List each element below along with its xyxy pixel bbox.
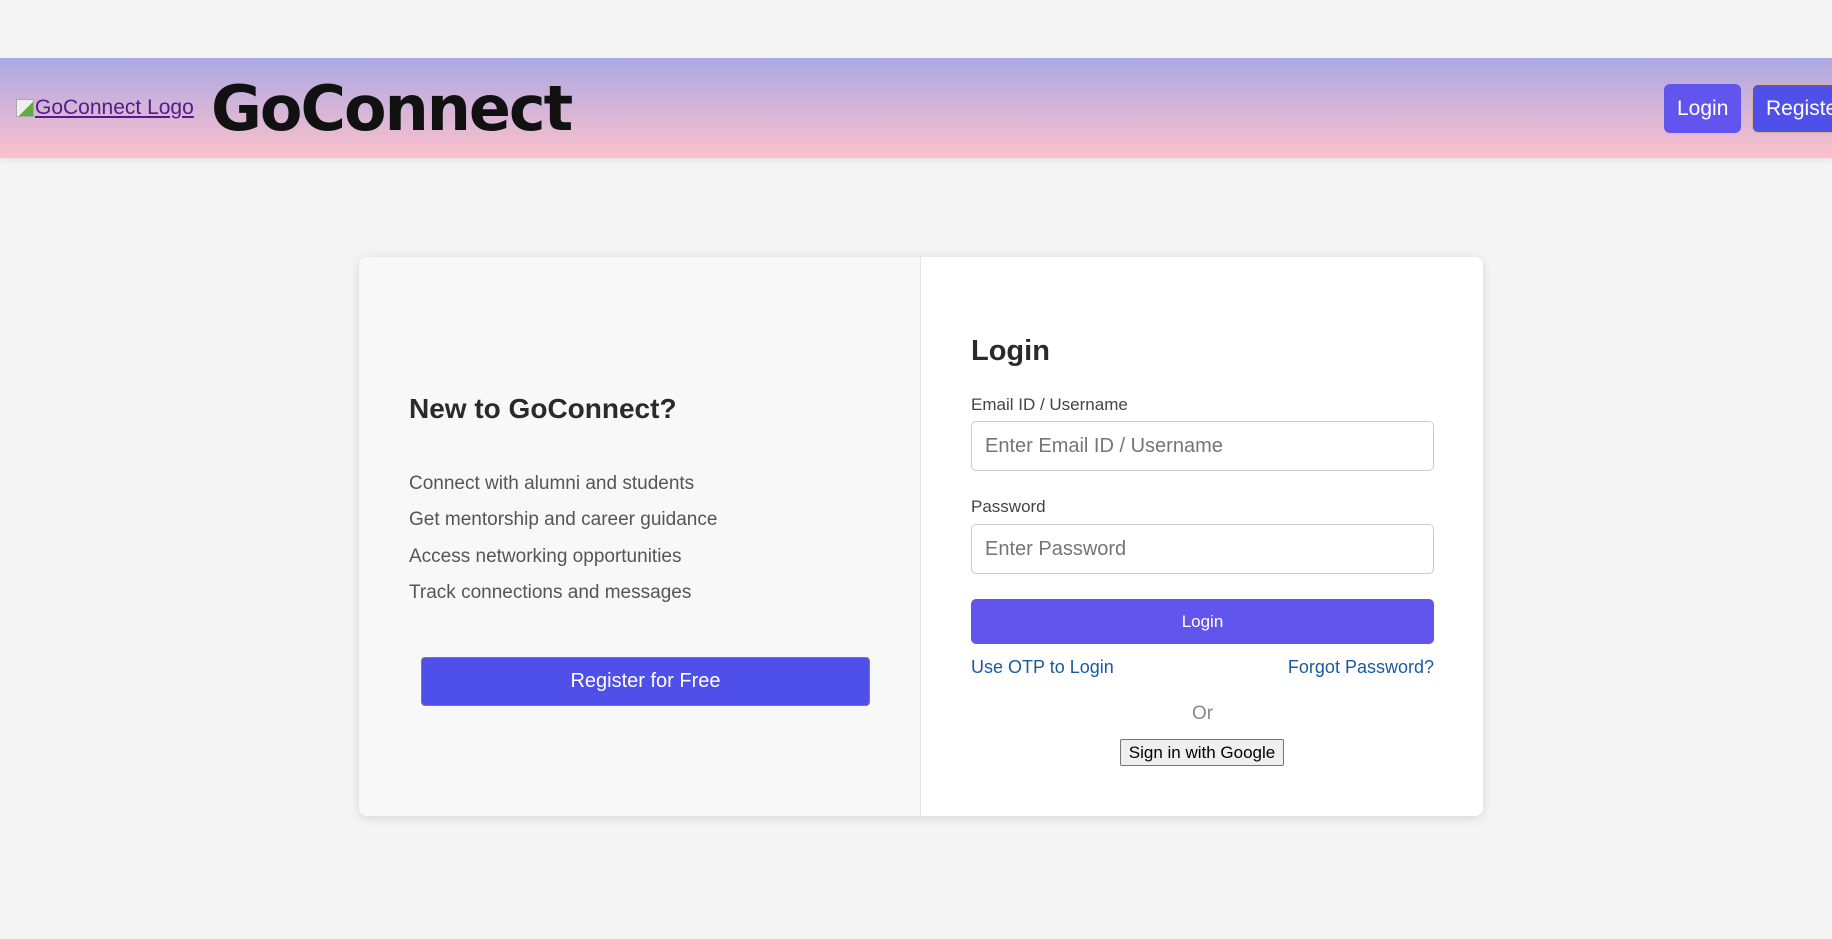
promo-panel: New to GoConnect? Connect with alumni an… [359, 257, 921, 816]
promo-heading: New to GoConnect? [409, 393, 677, 424]
site-title: GoConnect [211, 72, 573, 145]
email-label: Email ID / Username [971, 395, 1128, 414]
feature-item: Track connections and messages [409, 582, 692, 603]
login-submit-button[interactable]: Login [971, 599, 1434, 644]
logo-link[interactable]: GoConnect Logo [16, 96, 194, 120]
or-divider: Or [1191, 703, 1214, 724]
email-input[interactable] [971, 421, 1434, 471]
nav-login-button[interactable]: Login [1664, 84, 1742, 133]
google-signin-button[interactable]: Sign in with Google [1120, 739, 1284, 766]
nav-register-button[interactable]: Register [1752, 84, 1832, 133]
logo-alt-text: GoConnect Logo [35, 96, 194, 119]
feature-item: Get mentorship and career guidance [409, 509, 718, 530]
forgot-password-link[interactable]: Forgot Password? [1288, 657, 1434, 678]
otp-login-link[interactable]: Use OTP to Login [971, 657, 1114, 678]
header: GoConnect Logo GoConnect Login Register [0, 58, 1832, 158]
auth-card: New to GoConnect? Connect with alumni an… [359, 257, 1483, 816]
password-label: Password [971, 497, 1046, 516]
feature-item: Access networking opportunities [409, 546, 682, 567]
login-heading: Login [971, 335, 1050, 367]
password-input[interactable] [971, 524, 1434, 574]
feature-item: Connect with alumni and students [409, 473, 695, 494]
broken-image-icon [16, 99, 34, 117]
register-free-button[interactable]: Register for Free [421, 657, 870, 706]
